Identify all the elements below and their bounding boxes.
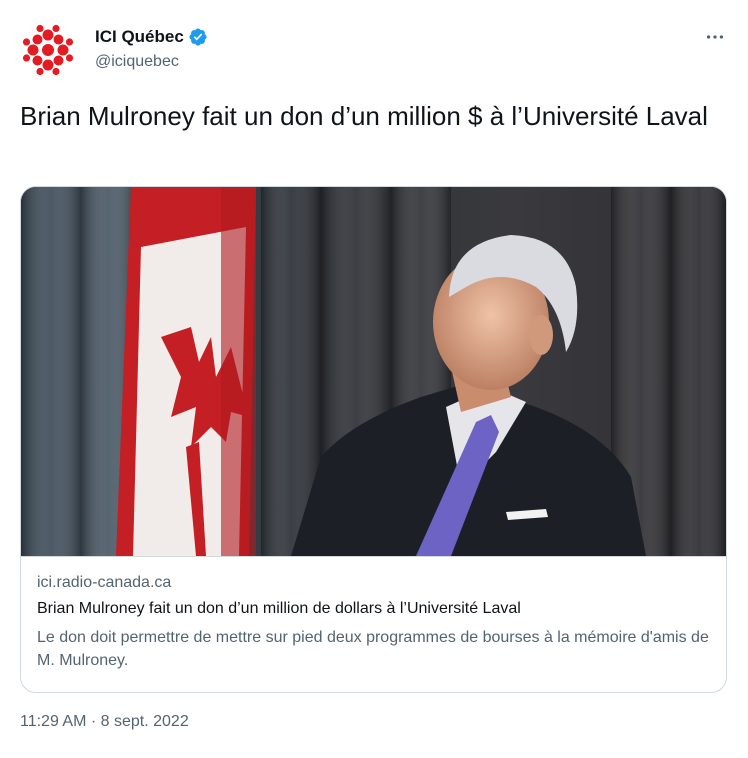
name-row: ICI Québec — [95, 26, 208, 48]
timestamp-separator: · — [86, 713, 101, 730]
tweet-text: Brian Mulroney fait un don d’un million … — [20, 101, 708, 131]
display-name[interactable]: ICI Québec — [95, 27, 184, 47]
tweet-date[interactable]: 8 sept. 2022 — [101, 713, 189, 730]
verified-badge-icon — [188, 27, 208, 47]
tweet-time[interactable]: 11:29 AM — [20, 713, 86, 730]
card-description: Le don doit permettre de mettre sur pied… — [37, 629, 709, 669]
handle[interactable]: @iciquebec — [95, 53, 208, 71]
card-body: ici.radio-canada.ca Brian Mulroney fait … — [21, 556, 726, 692]
tweet: ICI Québec @iciquebec Brian Mulroney fai… — [0, 0, 748, 758]
card-image[interactable] — [21, 187, 726, 556]
card-title: Brian Mulroney fait un don d’un million … — [37, 600, 521, 617]
card-domain: ici.radio-canada.ca — [37, 574, 172, 591]
timestamp: 11:29 AM · 8 sept. 2022 — [20, 713, 189, 731]
more-options-icon[interactable] — [704, 26, 726, 48]
radio-canada-logo-icon — [22, 24, 74, 76]
link-card[interactable]: ici.radio-canada.ca Brian Mulroney fait … — [20, 186, 727, 693]
tweet-header: ICI Québec @iciquebec — [20, 20, 728, 78]
author-identity: ICI Québec @iciquebec — [95, 26, 208, 71]
avatar[interactable] — [20, 22, 76, 78]
